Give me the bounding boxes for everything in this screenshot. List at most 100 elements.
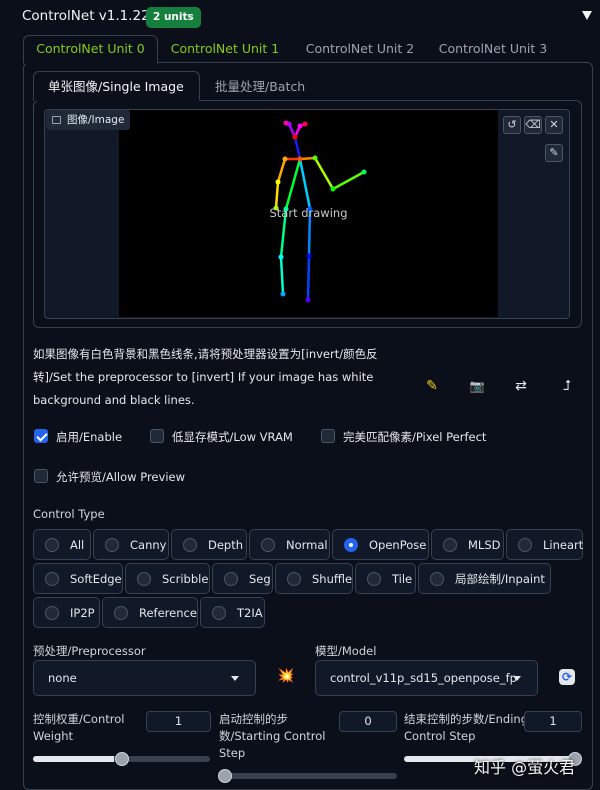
radio-dot [212,605,226,620]
tab-controlnet-unit-3[interactable]: ControlNet Unit 3 [428,37,558,63]
control-weight-input[interactable]: 1 [146,711,211,732]
radio-dot [114,605,128,620]
close-icon[interactable]: ✕ [545,116,563,134]
refresh-models-icon[interactable]: ⟳ [559,669,575,685]
radio-scribble[interactable]: Scribble [125,563,210,594]
tab-single-image[interactable]: 单张图像/Single Image [48,76,184,95]
radio-dot [443,537,457,552]
low-vram-label: 低显存模式/Low VRAM [172,430,293,444]
control-weight-thumb[interactable] [115,752,129,766]
control-type-row-3: IP2P Reference T2IA [33,597,265,628]
starting-step-slider[interactable] [219,773,397,779]
radio-depth[interactable]: Depth [171,529,247,560]
units-badge: 2 units [146,7,201,28]
preprocessor-select[interactable]: none [33,660,256,696]
drawing-canvas[interactable]: Start drawing [119,110,498,317]
radio-all[interactable]: All [33,529,91,560]
radio-dot [430,571,444,586]
radio-label: Lineart [543,537,584,552]
radio-dot [287,571,301,586]
radio-dot [518,537,532,552]
chevron-down-icon [513,676,521,681]
control-type-row-2: SoftEdge Scribble Seg Shuffle Tile 局部绘制/… [33,563,551,594]
radio-dot [45,571,59,586]
collapse-icon[interactable] [582,11,592,20]
starting-step-thumb[interactable] [218,769,232,783]
radio-tile[interactable]: Tile [355,563,416,594]
image-label-text: 图像/Image [67,114,125,126]
radio-dot [224,571,238,586]
enable-checkbox[interactable] [34,429,48,443]
radio-softedge[interactable]: SoftEdge [33,563,123,594]
enable-label: 启用/Enable [56,430,123,444]
ending-step-label: 结束控制的步数/Ending Control Step [404,712,529,743]
camera-icon[interactable]: 📷 [465,375,489,397]
radio-canny[interactable]: Canny [93,529,169,560]
chevron-down-icon [231,676,239,681]
pixel-perfect-label: 完美匹配像素/Pixel Perfect [343,430,487,444]
radio-label: Normal [286,537,328,552]
radio-dot [367,571,381,586]
pixel-perfect-checkbox[interactable] [321,429,335,443]
radio-seg[interactable]: Seg [212,563,273,594]
slider-fill [33,756,115,762]
radio-reference[interactable]: Reference [102,597,198,628]
tab-controlnet-unit-0[interactable]: ControlNet Unit 0 [23,37,158,63]
radio-t2ia[interactable]: T2IA [200,597,265,628]
radio-label: Canny [130,537,167,552]
edit-icon[interactable]: ✎ [420,375,444,397]
radio-inpaint[interactable]: 局部绘制/Inpaint [418,563,551,594]
brush-icon[interactable]: ✎ [545,144,563,162]
ending-step-input[interactable]: 1 [524,711,582,732]
starting-step-input[interactable]: 0 [339,711,397,732]
radio-label: 局部绘制/Inpaint [455,571,545,586]
radio-label: Tile [392,571,413,586]
control-type-row-1: All Canny Depth Normal OpenPose MLSD Lin… [33,529,583,560]
control-type-label: Control Type [33,507,105,521]
radio-label: Scribble [162,571,209,586]
image-icon [52,116,61,124]
radio-label: Depth [208,537,244,552]
undo-icon[interactable]: ↺ [503,116,521,134]
swap-icon[interactable]: ⇄ [509,375,533,397]
tab-controlnet-unit-1[interactable]: ControlNet Unit 1 [159,37,291,63]
preprocessor-label: 预处理/Preprocessor [33,644,146,658]
image-label: 图像/Image [46,110,131,130]
tab-controlnet-unit-2[interactable]: ControlNet Unit 2 [295,37,425,63]
allow-preview-checkbox[interactable] [34,469,48,483]
radio-label: IP2P [70,605,95,620]
radio-label: Reference [139,605,197,620]
low-vram-checkbox[interactable] [150,429,164,443]
allow-preview-label: 允许预览/Allow Preview [56,470,185,484]
radio-lineart[interactable]: Lineart [506,529,583,560]
control-weight-label: 控制权重/Control Weight [33,712,125,743]
radio-dot [105,537,119,552]
radio-label: All [70,537,85,552]
eraser-icon[interactable]: ⌫ [524,116,542,134]
model-value: control_v11p_sd15_openpose_fp [330,671,517,685]
invert-note: 如果图像有白色背景和黑色线条,请将预处理器设置为[invert/颜色反转]/Se… [33,347,378,407]
radio-dot [45,605,59,620]
radio-dot-selected [344,537,358,552]
model-select[interactable]: control_v11p_sd15_openpose_fp [315,660,538,696]
run-preprocessor-icon[interactable]: 💥 [277,668,294,684]
panel-title: ControlNet v1.1.229 [22,8,159,24]
radio-normal[interactable]: Normal [249,529,330,560]
radio-label: Shuffle [312,571,353,586]
model-label: 模型/Model [315,644,377,658]
radio-mlsd[interactable]: MLSD [431,529,504,560]
tab-batch[interactable]: 批量处理/Batch [215,76,305,95]
radio-shuffle[interactable]: Shuffle [275,563,353,594]
radio-dot [137,571,151,586]
radio-ip2p[interactable]: IP2P [33,597,100,628]
radio-openpose[interactable]: OpenPose [332,529,429,560]
preprocessor-value: none [48,671,77,685]
canvas-hint: Start drawing [269,206,348,220]
radio-label: Seg [249,571,271,586]
radio-dot [45,537,59,552]
radio-label: OpenPose [369,537,427,552]
send-dimensions-icon[interactable]: ⮥ [555,375,579,397]
radio-label: MLSD [468,537,501,552]
radio-label: T2IA [237,605,263,620]
radio-label: SoftEdge [70,571,122,586]
